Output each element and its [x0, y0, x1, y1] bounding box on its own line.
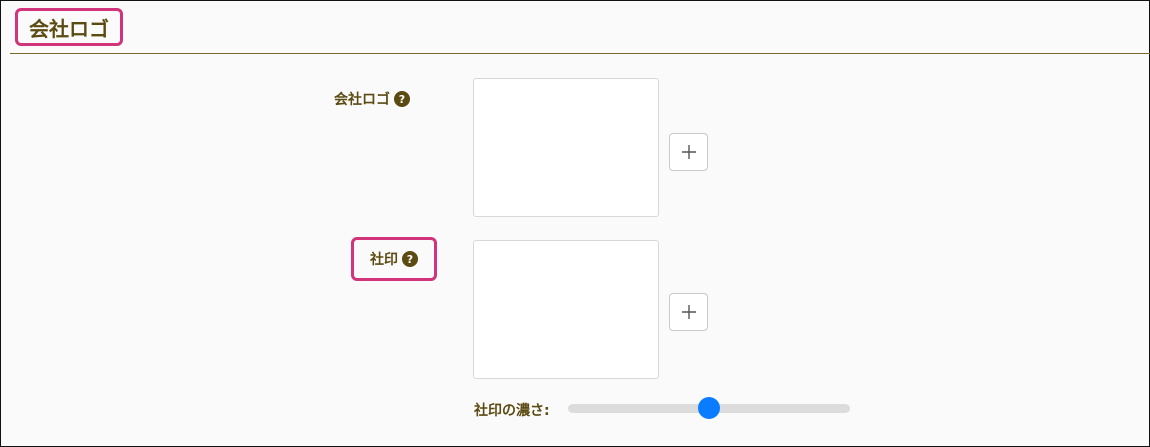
section-divider [10, 53, 1150, 54]
company-seal-label: 社印 ? [351, 237, 437, 281]
add-seal-button[interactable] [669, 293, 708, 331]
company-seal-label-text: 社印 [370, 252, 398, 268]
slider-thumb[interactable] [698, 397, 720, 419]
plus-icon [681, 305, 696, 319]
company-logo-label-text: 会社ロゴ [334, 92, 390, 108]
seal-density-label: 社印の濃さ: [474, 403, 550, 419]
company-logo-label: 会社ロゴ ? [334, 89, 410, 109]
company-seal-image-box[interactable] [473, 240, 659, 379]
add-logo-button[interactable] [669, 133, 708, 171]
plus-icon [681, 145, 696, 159]
company-logo-image-box[interactable] [473, 78, 659, 217]
help-icon[interactable]: ? [394, 91, 410, 107]
section-title: 会社ロゴ [15, 8, 123, 46]
seal-density-slider[interactable] [568, 397, 850, 419]
help-icon[interactable]: ? [402, 251, 418, 267]
